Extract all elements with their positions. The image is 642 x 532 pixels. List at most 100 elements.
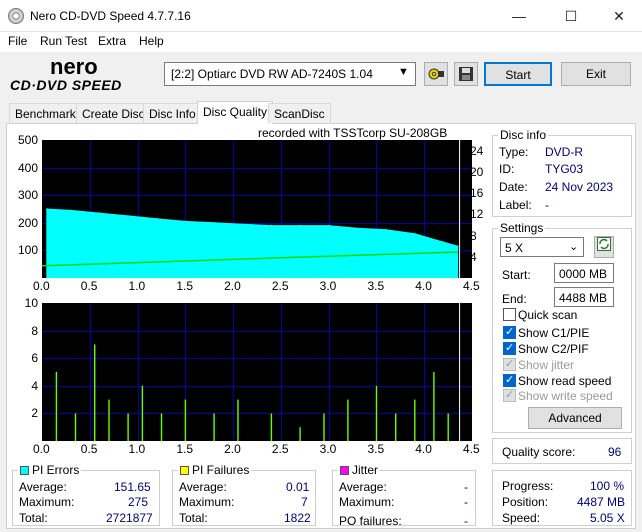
menu-help[interactable]: Help xyxy=(139,34,164,48)
disc-label-value: - xyxy=(545,198,549,212)
pi-failures-avg-value: 0.01 xyxy=(286,480,310,494)
chevron-down-icon[interactable]: ▼ xyxy=(398,66,409,78)
exit-button[interactable]: Exit xyxy=(561,62,631,86)
tab-disc-info[interactable]: Disc Info xyxy=(143,103,202,123)
pi-errors-x-tick: 1.5 xyxy=(176,279,194,293)
menu-file[interactable]: File xyxy=(8,34,27,48)
pi-errors-y-tick: 100 xyxy=(17,243,38,258)
pi-failures-total-label: Total: xyxy=(179,511,208,525)
show-write-speed-checkbox[interactable] xyxy=(503,388,516,402)
pi-failures-x-tick: 2.0 xyxy=(224,442,241,456)
pi-failures-max-label: Maximum: xyxy=(179,495,235,509)
show-read-speed-checkbox[interactable] xyxy=(503,373,516,387)
app-cd-icon xyxy=(8,8,24,24)
pi-failures-bar xyxy=(184,399,187,441)
advanced-button[interactable]: Advanced xyxy=(528,407,622,429)
pi-errors-point xyxy=(98,212,101,214)
pi-failures-x-tick: 2.5 xyxy=(271,442,289,456)
pi-failures-max-value: 7 xyxy=(301,495,308,509)
pi-failures-bar xyxy=(323,413,325,441)
pi-failures-y-tick: 6 xyxy=(31,351,38,366)
drive-eject-button[interactable] xyxy=(424,62,448,86)
maximize-button[interactable]: ☐ xyxy=(548,0,594,32)
menu-bar xyxy=(0,32,642,52)
quick-scan-label: Quick scan xyxy=(518,308,578,322)
logo-sub-text: CD·DVD SPEED xyxy=(10,77,122,92)
chevron-down-icon[interactable]: ⌄ xyxy=(569,240,578,253)
pi-errors-x-tick: 0.5 xyxy=(80,279,98,293)
save-button[interactable] xyxy=(454,62,478,86)
pi-failures-total-value: 1822 xyxy=(284,511,311,525)
pi-failures-x-tick: 4.0 xyxy=(415,442,432,456)
quick-scan-checkbox[interactable] xyxy=(503,308,516,321)
read-speed-y-tick: 12 xyxy=(470,207,484,222)
close-button[interactable]: ✕ xyxy=(596,0,642,32)
quality-score-value: 96 xyxy=(608,445,622,459)
position-value: 4487 MB xyxy=(577,495,626,509)
position-label: Position: xyxy=(502,495,549,509)
pi-failures-bar xyxy=(299,427,301,441)
jitter-swatch xyxy=(340,465,349,475)
pi-failures-x-tick: 1.5 xyxy=(176,442,194,456)
progress-label: Progress: xyxy=(502,479,554,493)
jitter-avg-value: - xyxy=(464,480,468,494)
pi-errors-avg-value: 151.65 xyxy=(114,480,151,494)
pi-errors-x-tick: 3.0 xyxy=(319,279,337,293)
pi-errors-x-tick: 0.0 xyxy=(33,279,50,293)
pi-errors-point xyxy=(299,224,301,227)
show-write-speed-label: Show write speed xyxy=(518,389,613,403)
menu-run-test[interactable]: Run Test xyxy=(40,34,87,48)
pi-failures-chart xyxy=(42,303,472,441)
show-read-speed-label: Show read speed xyxy=(518,374,612,388)
pi-failures-bar xyxy=(447,413,449,441)
jitter-max-label: Maximum: xyxy=(339,495,395,509)
menu-extra[interactable]: Extra xyxy=(98,34,126,48)
pi-failures-bar xyxy=(55,372,58,441)
refresh-speed-button[interactable] xyxy=(594,236,614,258)
pi-errors-x-tick: 2.5 xyxy=(271,279,289,293)
pi-failures-x-tick: 4.5 xyxy=(463,442,480,456)
tab-benchmark[interactable]: Benchmark xyxy=(9,103,82,123)
pi-failures-bar xyxy=(395,413,397,441)
pi-errors-point xyxy=(270,224,273,227)
refresh-icon xyxy=(597,237,611,251)
show-c2pif-checkbox[interactable] xyxy=(503,341,516,355)
drive-select[interactable]: [2:2] Optiarc DVD RW AD-7240S 1.04 xyxy=(164,62,416,86)
pi-failures-x-tick: 1.0 xyxy=(128,442,146,456)
pi-failures-title: PI Failures xyxy=(192,463,250,477)
tab-create-disc[interactable]: Create Disc xyxy=(76,103,151,123)
pi-errors-point xyxy=(69,209,72,212)
show-c2pif-label: Show C2/PIF xyxy=(518,342,589,356)
pi-errors-point xyxy=(442,241,445,243)
pi-errors-legend: PI Errors xyxy=(18,463,82,477)
show-c1pie-checkbox[interactable] xyxy=(503,325,516,339)
logo-nero-text: nero xyxy=(50,56,98,79)
pi-failures-bar xyxy=(375,385,378,441)
minimize-button[interactable]: — xyxy=(496,0,542,32)
start-label: Start: xyxy=(502,268,531,282)
pi-errors-swatch xyxy=(20,465,29,475)
pi-errors-x-tick: 3.5 xyxy=(367,279,385,293)
pi-errors-y-tick: 400 xyxy=(17,160,38,175)
start-mb-input[interactable]: 0000 MB xyxy=(554,263,614,283)
tab-disc-quality[interactable]: Disc Quality xyxy=(197,101,274,124)
start-button[interactable]: Start xyxy=(484,62,552,86)
pi-failures-bar xyxy=(414,399,416,441)
read-speed-y-tick: 4 xyxy=(470,249,477,264)
pi-errors-avg-label: Average: xyxy=(19,480,67,494)
pi-errors-point xyxy=(241,223,244,225)
pi-errors-point xyxy=(127,215,129,217)
end-mb-input[interactable]: 4488 MB xyxy=(554,287,614,307)
tab-scandisc[interactable]: ScanDisc xyxy=(268,103,331,123)
progress-value: 100 % xyxy=(590,479,625,493)
pi-errors-y-tick: 300 xyxy=(17,188,38,203)
pi-errors-point xyxy=(327,224,330,227)
show-jitter-checkbox[interactable] xyxy=(503,357,516,371)
pi-errors-x-tick: 2.0 xyxy=(224,279,241,293)
window-title: Nero CD-DVD Speed 4.7.7.16 xyxy=(30,9,191,23)
pi-failures-y-tick: 8 xyxy=(31,323,38,338)
pi-errors-y-tick: 200 xyxy=(17,215,38,230)
pi-errors-point xyxy=(385,228,387,231)
pi-errors-x-tick: 4.5 xyxy=(463,279,480,293)
pi-failures-x-tick: 0.5 xyxy=(80,442,98,456)
